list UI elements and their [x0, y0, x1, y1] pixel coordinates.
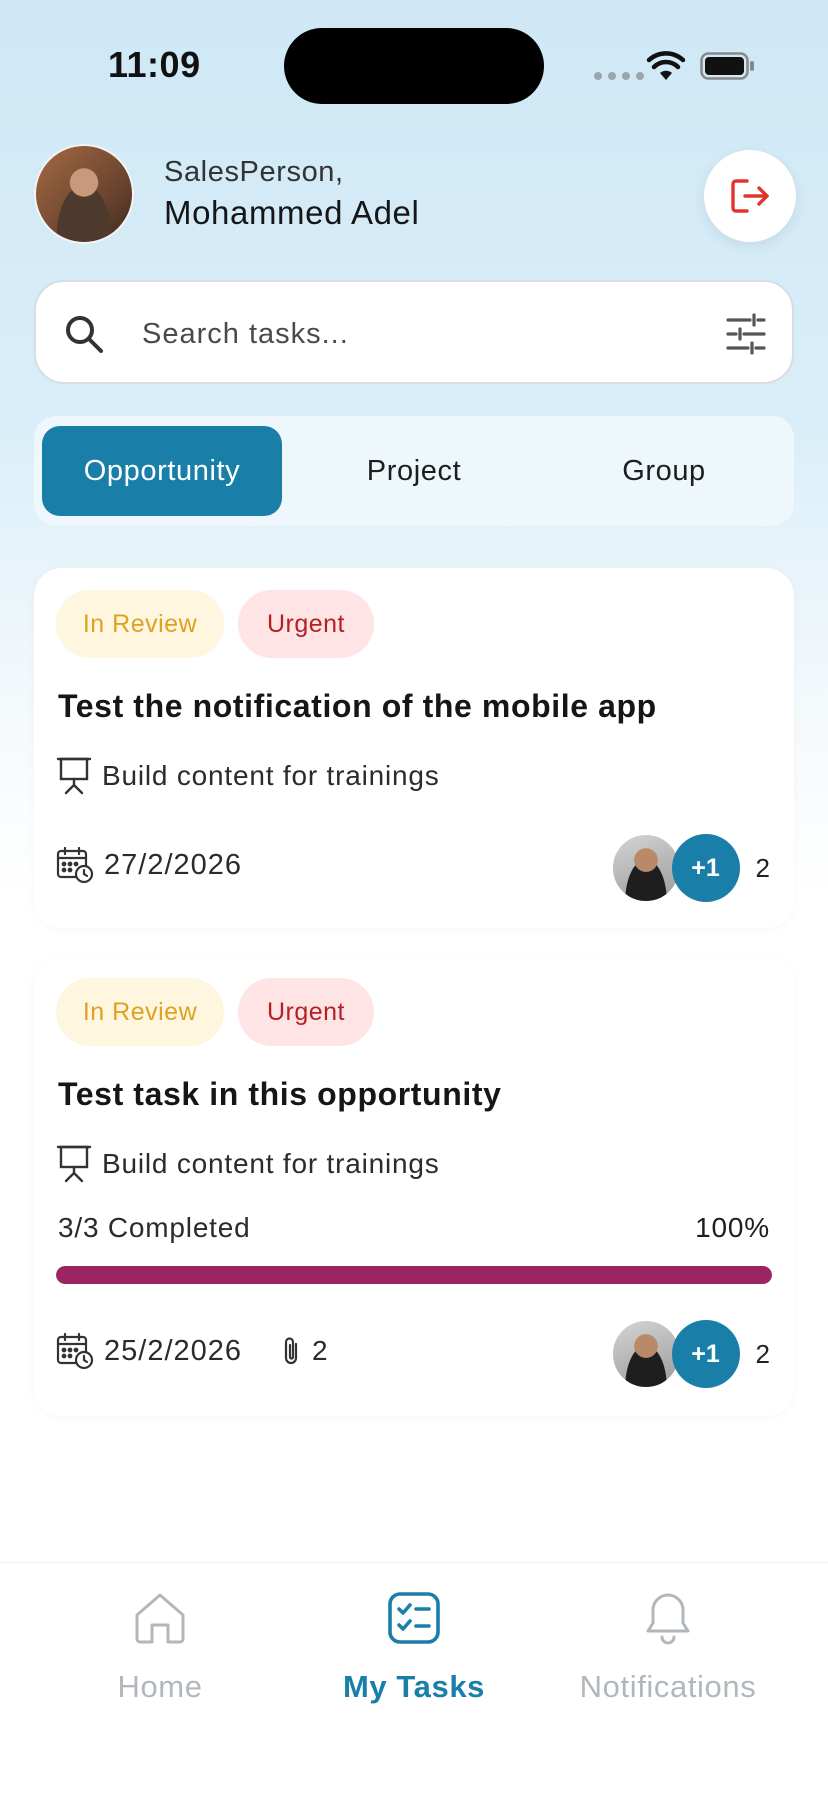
- nav-home-label: Home: [117, 1669, 203, 1704]
- home-icon: [135, 1593, 185, 1644]
- tab-group[interactable]: Group: [544, 426, 784, 516]
- search-input[interactable]: [142, 312, 702, 356]
- tab-project[interactable]: Project: [294, 426, 534, 516]
- nav-notifications[interactable]: Notifications: [538, 1589, 798, 1705]
- filter-sliders-icon[interactable]: [724, 312, 768, 356]
- priority-badge: Urgent: [238, 590, 374, 658]
- nav-my-tasks[interactable]: My Tasks: [284, 1589, 544, 1705]
- assignee-count: 2: [755, 1338, 770, 1369]
- avatar[interactable]: [34, 144, 134, 244]
- assignees-group[interactable]: +1 2: [609, 1318, 770, 1390]
- assignee-avatar: [609, 1318, 682, 1390]
- logout-button[interactable]: [704, 150, 796, 242]
- assignee-count: 2: [755, 852, 770, 883]
- status-time: 11:09: [108, 44, 201, 85]
- dynamic-island: [284, 28, 544, 104]
- progress-bar-fill: [56, 1266, 772, 1284]
- task-title: Test the notification of the mobile app: [58, 688, 657, 724]
- presentation-board-icon: [56, 1145, 92, 1183]
- due-date-label: 27/2/2026: [104, 848, 243, 881]
- tasks-icon: [388, 1592, 440, 1644]
- progress-bar: [56, 1266, 772, 1284]
- extra-assignees-badge: +1: [671, 1320, 740, 1388]
- attachments[interactable]: 2: [280, 1335, 328, 1367]
- attachment-count: 2: [312, 1335, 328, 1366]
- priority-badge: Urgent: [238, 978, 374, 1046]
- status-bar: 11:09: [0, 0, 828, 130]
- tab-opportunity[interactable]: Opportunity: [42, 426, 282, 516]
- bottom-navigation: Home My Tasks Notifications: [0, 1562, 828, 1799]
- battery-icon: [700, 52, 754, 80]
- nav-my-tasks-label: My Tasks: [342, 1669, 486, 1704]
- assignee-avatar: [609, 832, 682, 904]
- user-name: Mohammed Adel: [164, 194, 420, 231]
- user-header: SalesPerson, Mohammed Adel: [34, 144, 796, 248]
- task-project: Build content for trainings: [56, 756, 440, 796]
- calendar-clock-icon: [56, 846, 94, 884]
- nav-home[interactable]: Home: [30, 1589, 290, 1705]
- calendar-clock-icon: [56, 1332, 94, 1370]
- wifi-icon: [646, 51, 686, 80]
- project-label: Build content for trainings: [102, 1148, 440, 1179]
- user-role: SalesPerson,: [164, 156, 344, 188]
- logout-icon: [731, 179, 769, 213]
- nav-notifications-label: Notifications: [579, 1669, 757, 1704]
- task-card[interactable]: In Review Urgent Test the notification o…: [34, 568, 794, 928]
- search-bar: [34, 280, 794, 384]
- due-date: 25/2/2026 2: [56, 1332, 328, 1370]
- task-card[interactable]: In Review Urgent Test task in this oppor…: [34, 956, 794, 1416]
- assignees-group[interactable]: +1 2: [609, 832, 770, 904]
- presentation-board-icon: [56, 757, 92, 795]
- cellular-signal-icon: [594, 72, 644, 80]
- search-icon: [66, 316, 103, 353]
- task-title: Test task in this opportunity: [58, 1076, 502, 1112]
- paperclip-icon: [284, 1337, 298, 1365]
- bell-icon: [646, 1593, 690, 1645]
- extra-assignees-badge: +1: [671, 834, 740, 902]
- status-badge: In Review: [56, 590, 224, 658]
- category-tabs: Opportunity Project Group: [34, 416, 794, 526]
- progress-label: 3/3 Completed: [58, 1212, 251, 1243]
- project-label: Build content for trainings: [102, 760, 440, 791]
- progress-percent: 100%: [695, 1212, 770, 1243]
- task-project: Build content for trainings: [56, 1144, 440, 1184]
- status-badge: In Review: [56, 978, 224, 1046]
- due-date-label: 25/2/2026: [104, 1334, 243, 1367]
- due-date: 27/2/2026: [56, 846, 242, 884]
